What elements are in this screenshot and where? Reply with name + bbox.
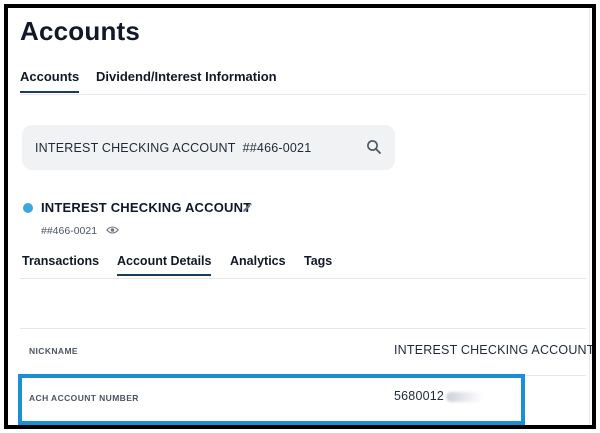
tab-accounts[interactable]: Accounts (20, 69, 80, 93)
sub-tab-divider (20, 278, 586, 279)
details-divider (20, 328, 586, 329)
eye-icon[interactable] (106, 225, 119, 235)
tab-dividend-interest-information[interactable]: Dividend/Interest Information (96, 69, 277, 91)
page-title: Accounts (20, 16, 141, 46)
tab-analytics[interactable]: Analytics (230, 254, 286, 274)
content-edge (589, 8, 590, 425)
account-selector-name: INTEREST CHECKING ACCOUNT (35, 140, 236, 155)
details-row-divider (20, 375, 586, 376)
nickname-label: NICKNAME (29, 346, 79, 356)
nickname-value: INTEREST CHECKING ACCOUNT (394, 343, 595, 357)
tab-transactions[interactable]: Transactions (22, 254, 99, 274)
pencil-icon[interactable] (241, 202, 253, 214)
app-window: Accounts Accounts Dividend/Interest Info… (4, 4, 596, 429)
ach-account-number-label: ACH ACCOUNT NUMBER (29, 393, 139, 403)
tab-bar-divider (20, 94, 586, 95)
tab-tags[interactable]: Tags (304, 254, 332, 274)
tab-account-details[interactable]: Account Details (117, 254, 212, 276)
search-icon[interactable] (366, 139, 382, 155)
account-status-dot (23, 203, 33, 213)
ach-account-number-value: 5680012 (394, 389, 485, 403)
account-selector[interactable]: INTEREST CHECKING ACCOUNT ##466-0021 (22, 125, 395, 170)
redacted-blur (446, 391, 485, 402)
account-name: INTEREST CHECKING ACCOUNT (41, 200, 252, 215)
account-number-masked: ##466-0021 (41, 225, 98, 237)
ach-account-number-text: 5680012 (394, 389, 445, 403)
account-selector-number: ##466-0021 (242, 140, 312, 155)
